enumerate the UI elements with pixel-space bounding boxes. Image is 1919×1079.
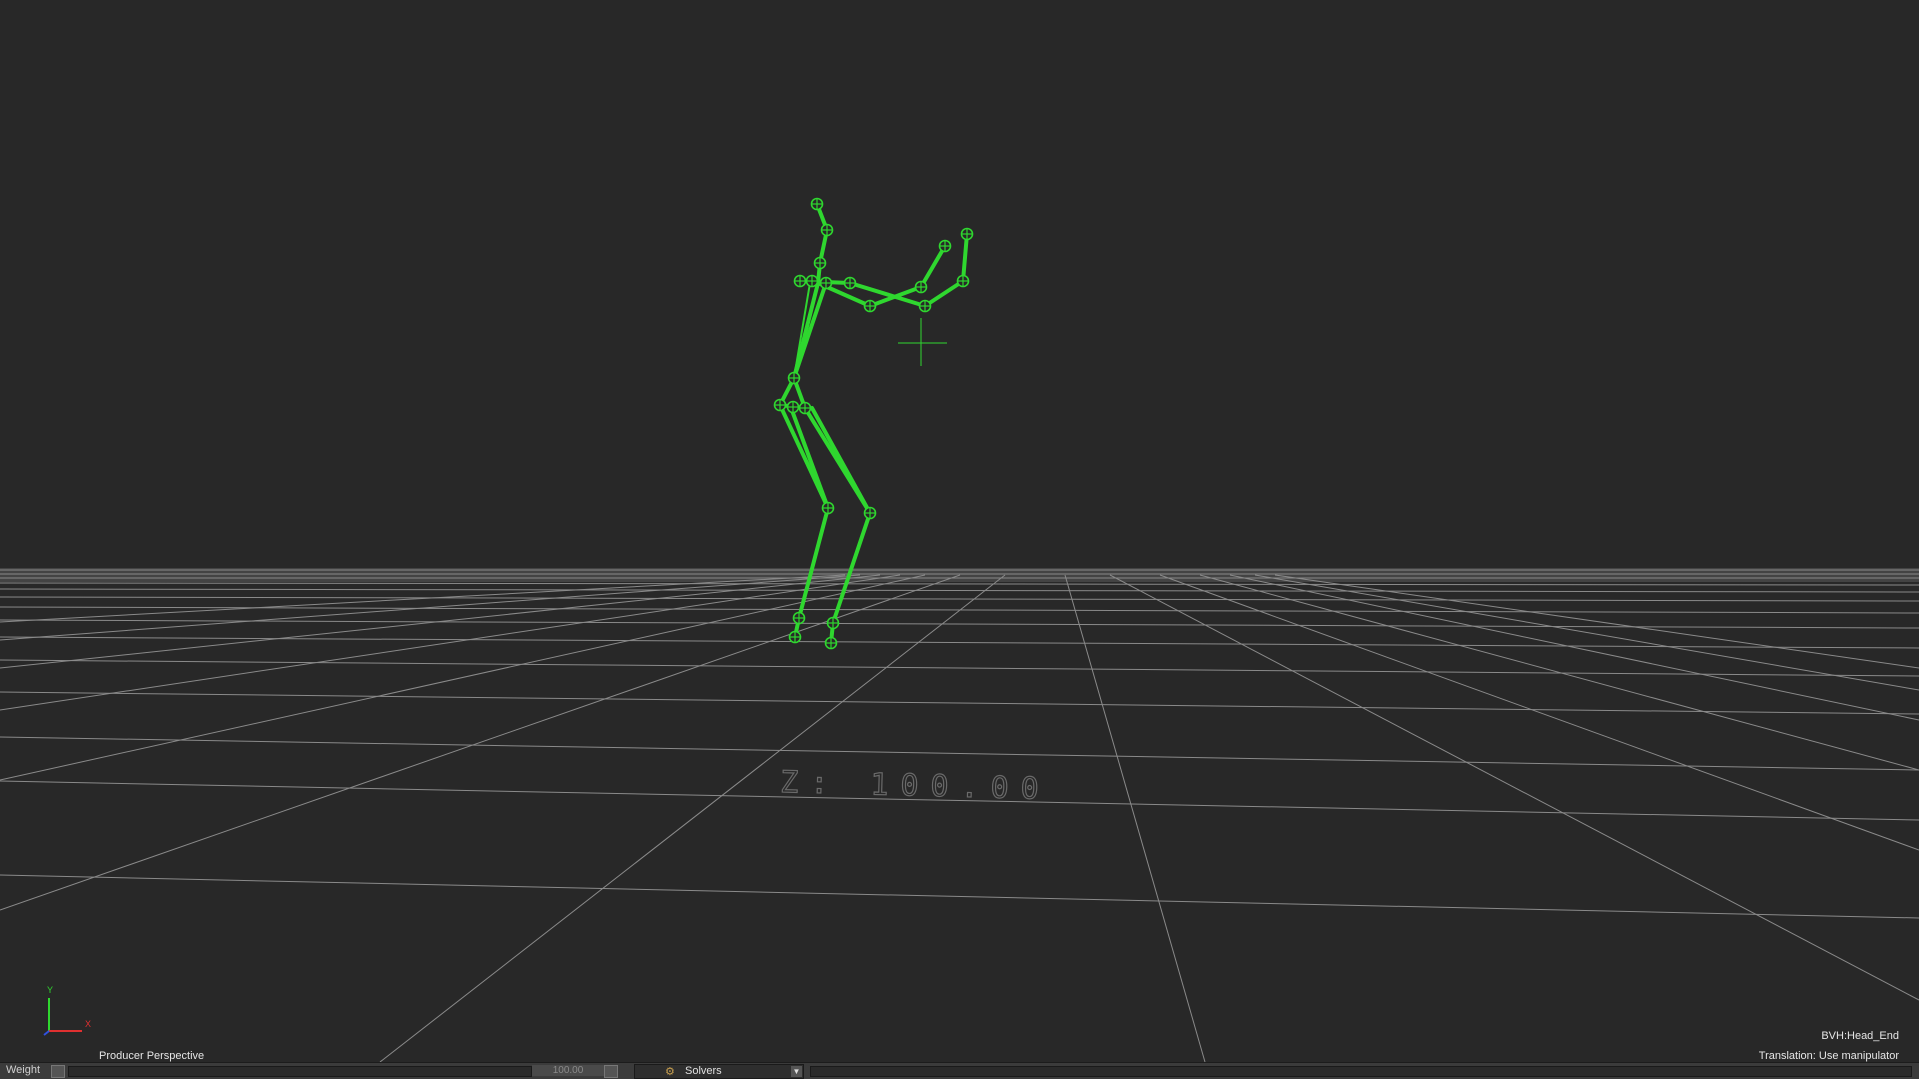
chevron-down-icon[interactable]: ▼ — [791, 1066, 802, 1077]
skeleton-joint[interactable] — [773, 398, 787, 412]
selected-object-label: BVH:Head_End — [1821, 1030, 1899, 1042]
skeleton-joint[interactable] — [821, 501, 835, 515]
solvers-dropdown[interactable]: ⚙ Solvers ▼ — [634, 1064, 804, 1079]
skeleton-joint[interactable] — [843, 276, 857, 290]
skeleton-joint[interactable] — [798, 401, 812, 415]
weight-value-field[interactable]: 100.00 — [532, 1065, 604, 1076]
skeleton-joint[interactable] — [805, 274, 819, 288]
skeleton-joint[interactable] — [960, 227, 974, 241]
weight-slider[interactable] — [68, 1066, 532, 1077]
skeleton-joint[interactable] — [813, 256, 827, 270]
manipulator-crosshair[interactable] — [898, 318, 947, 366]
axis-gizmo: Y X — [43, 985, 91, 1036]
skeleton-joint[interactable] — [786, 400, 800, 414]
timeline-strip[interactable] — [810, 1066, 1912, 1077]
skeleton-joint[interactable] — [863, 506, 877, 520]
viewport-canvas[interactable]: Z: 100.00 Y X — [0, 0, 1919, 1062]
weight-reset-button[interactable] — [604, 1065, 618, 1078]
weight-key-button[interactable] — [51, 1065, 65, 1078]
axis-y-label: Y — [47, 985, 53, 995]
axis-x-label: X — [85, 1019, 91, 1029]
solvers-label: Solvers — [685, 1065, 722, 1077]
skeleton-joint[interactable] — [792, 611, 806, 625]
skeleton-joint[interactable] — [810, 197, 824, 211]
skeleton-joint[interactable] — [787, 371, 801, 385]
skeleton-joint[interactable] — [918, 299, 932, 313]
ground-grid: Z: 100.00 — [0, 568, 1919, 1062]
weight-label: Weight — [6, 1064, 41, 1076]
camera-label: Producer Perspective — [99, 1050, 205, 1062]
3d-viewport[interactable]: Z: 100.00 Y X Producer Perspective BVH:H… — [0, 0, 1919, 1062]
skeleton-joint[interactable] — [824, 636, 838, 650]
skeleton-joint[interactable] — [820, 223, 834, 237]
solver-icon: ⚙ — [665, 1066, 675, 1078]
skeleton-joint[interactable] — [826, 616, 840, 630]
skeleton-joint[interactable] — [863, 299, 877, 313]
skeleton-joint[interactable] — [819, 276, 833, 290]
skeleton-joint[interactable] — [793, 274, 807, 288]
skeleton-joint[interactable] — [788, 630, 802, 644]
status-bar: Weight 100.00 ⚙ Solvers ▼ — [0, 1062, 1919, 1079]
manipulator-mode-label: Translation: Use manipulator — [1758, 1050, 1899, 1062]
skeleton-joint[interactable] — [956, 274, 970, 288]
skeleton-joint[interactable] — [938, 239, 952, 253]
skeleton-joint[interactable] — [914, 280, 928, 294]
ground-distance-label: Z: 100.00 — [780, 765, 1051, 807]
